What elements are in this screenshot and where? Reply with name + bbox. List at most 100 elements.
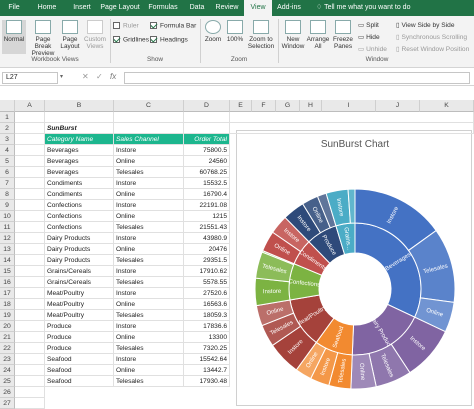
table-cell-channel[interactable]: Telesales xyxy=(114,310,184,321)
table-cell-order-total[interactable]: 29351.5 xyxy=(184,255,230,266)
table-cell-category[interactable]: Condiments xyxy=(45,178,114,189)
cell[interactable] xyxy=(15,299,45,310)
cell[interactable] xyxy=(15,244,45,255)
tab-file[interactable]: File xyxy=(0,0,28,16)
column-header-F[interactable]: F xyxy=(252,100,276,112)
headings-checkbox[interactable]: Headings xyxy=(150,36,188,43)
tab-formulas[interactable]: Formulas xyxy=(142,0,184,16)
formula-bar-checkbox[interactable]: Formula Bar xyxy=(150,22,196,29)
cell[interactable] xyxy=(45,112,114,123)
column-header-H[interactable]: H xyxy=(300,100,322,112)
table-cell-channel[interactable]: Online xyxy=(114,332,184,343)
row-header-24[interactable]: 24 xyxy=(0,365,15,376)
cell[interactable] xyxy=(15,332,45,343)
table-cell-channel[interactable]: Instore xyxy=(114,200,184,211)
cell[interactable] xyxy=(15,156,45,167)
table-cell-category[interactable]: Meat/Poultry xyxy=(45,310,114,321)
table-cell-channel[interactable]: Telesales xyxy=(114,343,184,354)
cell[interactable] xyxy=(15,387,45,398)
table-cell-order-total[interactable]: 1215 xyxy=(184,211,230,222)
table-cell-channel[interactable]: Online xyxy=(114,244,184,255)
table-cell-channel[interactable]: Telesales xyxy=(114,167,184,178)
table-cell-order-total[interactable]: 17836.6 xyxy=(184,321,230,332)
freeze-panes-button[interactable]: Freeze Panes xyxy=(331,20,355,50)
table-cell-category[interactable]: Dairy Products xyxy=(45,255,114,266)
table-cell-order-total[interactable]: 13300 xyxy=(184,332,230,343)
table-cell-channel[interactable]: Instore xyxy=(114,354,184,365)
table-cell-category[interactable]: Produce xyxy=(45,343,114,354)
table-cell-order-total[interactable]: 20476 xyxy=(184,244,230,255)
zoom-button[interactable]: Zoom xyxy=(203,20,223,43)
split-button[interactable]: ▭ Split xyxy=(358,21,379,29)
table-cell-channel[interactable]: Online xyxy=(114,189,184,200)
table-cell-order-total[interactable]: 22191.08 xyxy=(184,200,230,211)
table-cell-channel[interactable]: Telesales xyxy=(114,376,184,387)
column-header-I[interactable]: I xyxy=(322,100,376,112)
cell[interactable] xyxy=(15,255,45,266)
table-cell-category[interactable]: Beverages xyxy=(45,167,114,178)
table-cell-order-total[interactable]: 60768.25 xyxy=(184,167,230,178)
column-header-K[interactable]: K xyxy=(420,100,474,112)
column-header-C[interactable]: C xyxy=(114,100,184,112)
table-cell-order-total[interactable]: 13442.7 xyxy=(184,365,230,376)
row-header-17[interactable]: 17 xyxy=(0,288,15,299)
normal-view-button[interactable]: Normal xyxy=(2,20,26,54)
table-cell-channel[interactable]: Telesales xyxy=(114,222,184,233)
row-header-20[interactable]: 20 xyxy=(0,321,15,332)
arrange-all-button[interactable]: Arrange All xyxy=(306,20,330,50)
name-box-dropdown-icon[interactable]: ▾ xyxy=(60,73,63,80)
cell[interactable] xyxy=(15,233,45,244)
table-cell-category[interactable]: Meat/Poultry xyxy=(45,299,114,310)
table-cell-order-total[interactable]: 16563.6 xyxy=(184,299,230,310)
select-all-corner[interactable] xyxy=(0,100,15,112)
table-header-category[interactable]: Category Name xyxy=(45,134,114,145)
row-header-19[interactable]: 19 xyxy=(0,310,15,321)
table-cell-order-total[interactable]: 17910.62 xyxy=(184,266,230,277)
tab-insert[interactable]: Insert xyxy=(66,0,98,16)
view-side-by-side-button[interactable]: ▯ View Side by Side xyxy=(396,21,455,29)
row-header-26[interactable]: 26 xyxy=(0,387,15,398)
cell[interactable] xyxy=(114,112,184,123)
row-header-27[interactable]: 27 xyxy=(0,398,15,409)
cell[interactable] xyxy=(15,288,45,299)
row-header-7[interactable]: 7 xyxy=(0,178,15,189)
table-cell-category[interactable]: Confections xyxy=(45,222,114,233)
table-cell-category[interactable]: Dairy Products xyxy=(45,233,114,244)
ruler-checkbox[interactable]: Ruler xyxy=(113,22,139,29)
table-cell-category[interactable]: Confections xyxy=(45,200,114,211)
sunburst-chart[interactable]: SunBurst Chart Beverages Instore Telesales… xyxy=(236,130,472,406)
cell[interactable] xyxy=(15,277,45,288)
cell[interactable] xyxy=(230,123,474,134)
tab-review[interactable]: Review xyxy=(210,0,244,16)
table-cell-channel[interactable]: Instore xyxy=(114,266,184,277)
table-cell-channel[interactable]: Instore xyxy=(114,233,184,244)
cell[interactable] xyxy=(15,145,45,156)
tab-home[interactable]: Home xyxy=(28,0,66,16)
table-cell-category[interactable]: Grains/Cereals xyxy=(45,266,114,277)
table-cell-channel[interactable]: Instore xyxy=(114,178,184,189)
row-header-5[interactable]: 5 xyxy=(0,156,15,167)
row-header-3[interactable]: 3 xyxy=(0,134,15,145)
column-header-G[interactable]: G xyxy=(276,100,300,112)
table-cell-category[interactable]: Dairy Products xyxy=(45,244,114,255)
zoom-to-selection-button[interactable]: Zoom to Selection xyxy=(247,20,275,50)
unhide-button[interactable]: ▭ Unhide xyxy=(358,45,387,53)
zoom-100-button[interactable]: 100% xyxy=(225,20,245,43)
table-cell-channel[interactable]: Online xyxy=(114,365,184,376)
table-cell-order-total[interactable]: 17930.48 xyxy=(184,376,230,387)
custom-views-button[interactable]: Custom Views xyxy=(82,20,108,50)
table-header-order-total[interactable]: Order Total xyxy=(184,134,230,145)
row-header-2[interactable]: 2 xyxy=(0,123,15,134)
row-header-16[interactable]: 16 xyxy=(0,277,15,288)
table-cell-category[interactable]: Beverages xyxy=(45,156,114,167)
cell[interactable] xyxy=(15,376,45,387)
table-cell-category[interactable]: Produce xyxy=(45,332,114,343)
row-header-4[interactable]: 4 xyxy=(0,145,15,156)
column-header-D[interactable]: D xyxy=(184,100,230,112)
hide-button[interactable]: ▭ Hide xyxy=(358,33,380,41)
tab-view[interactable]: View xyxy=(244,0,272,16)
table-cell-category[interactable]: Condiments xyxy=(45,189,114,200)
cell[interactable] xyxy=(15,343,45,354)
page-layout-button[interactable]: Page Layout xyxy=(59,20,81,50)
table-cell-order-total[interactable]: 7320.25 xyxy=(184,343,230,354)
